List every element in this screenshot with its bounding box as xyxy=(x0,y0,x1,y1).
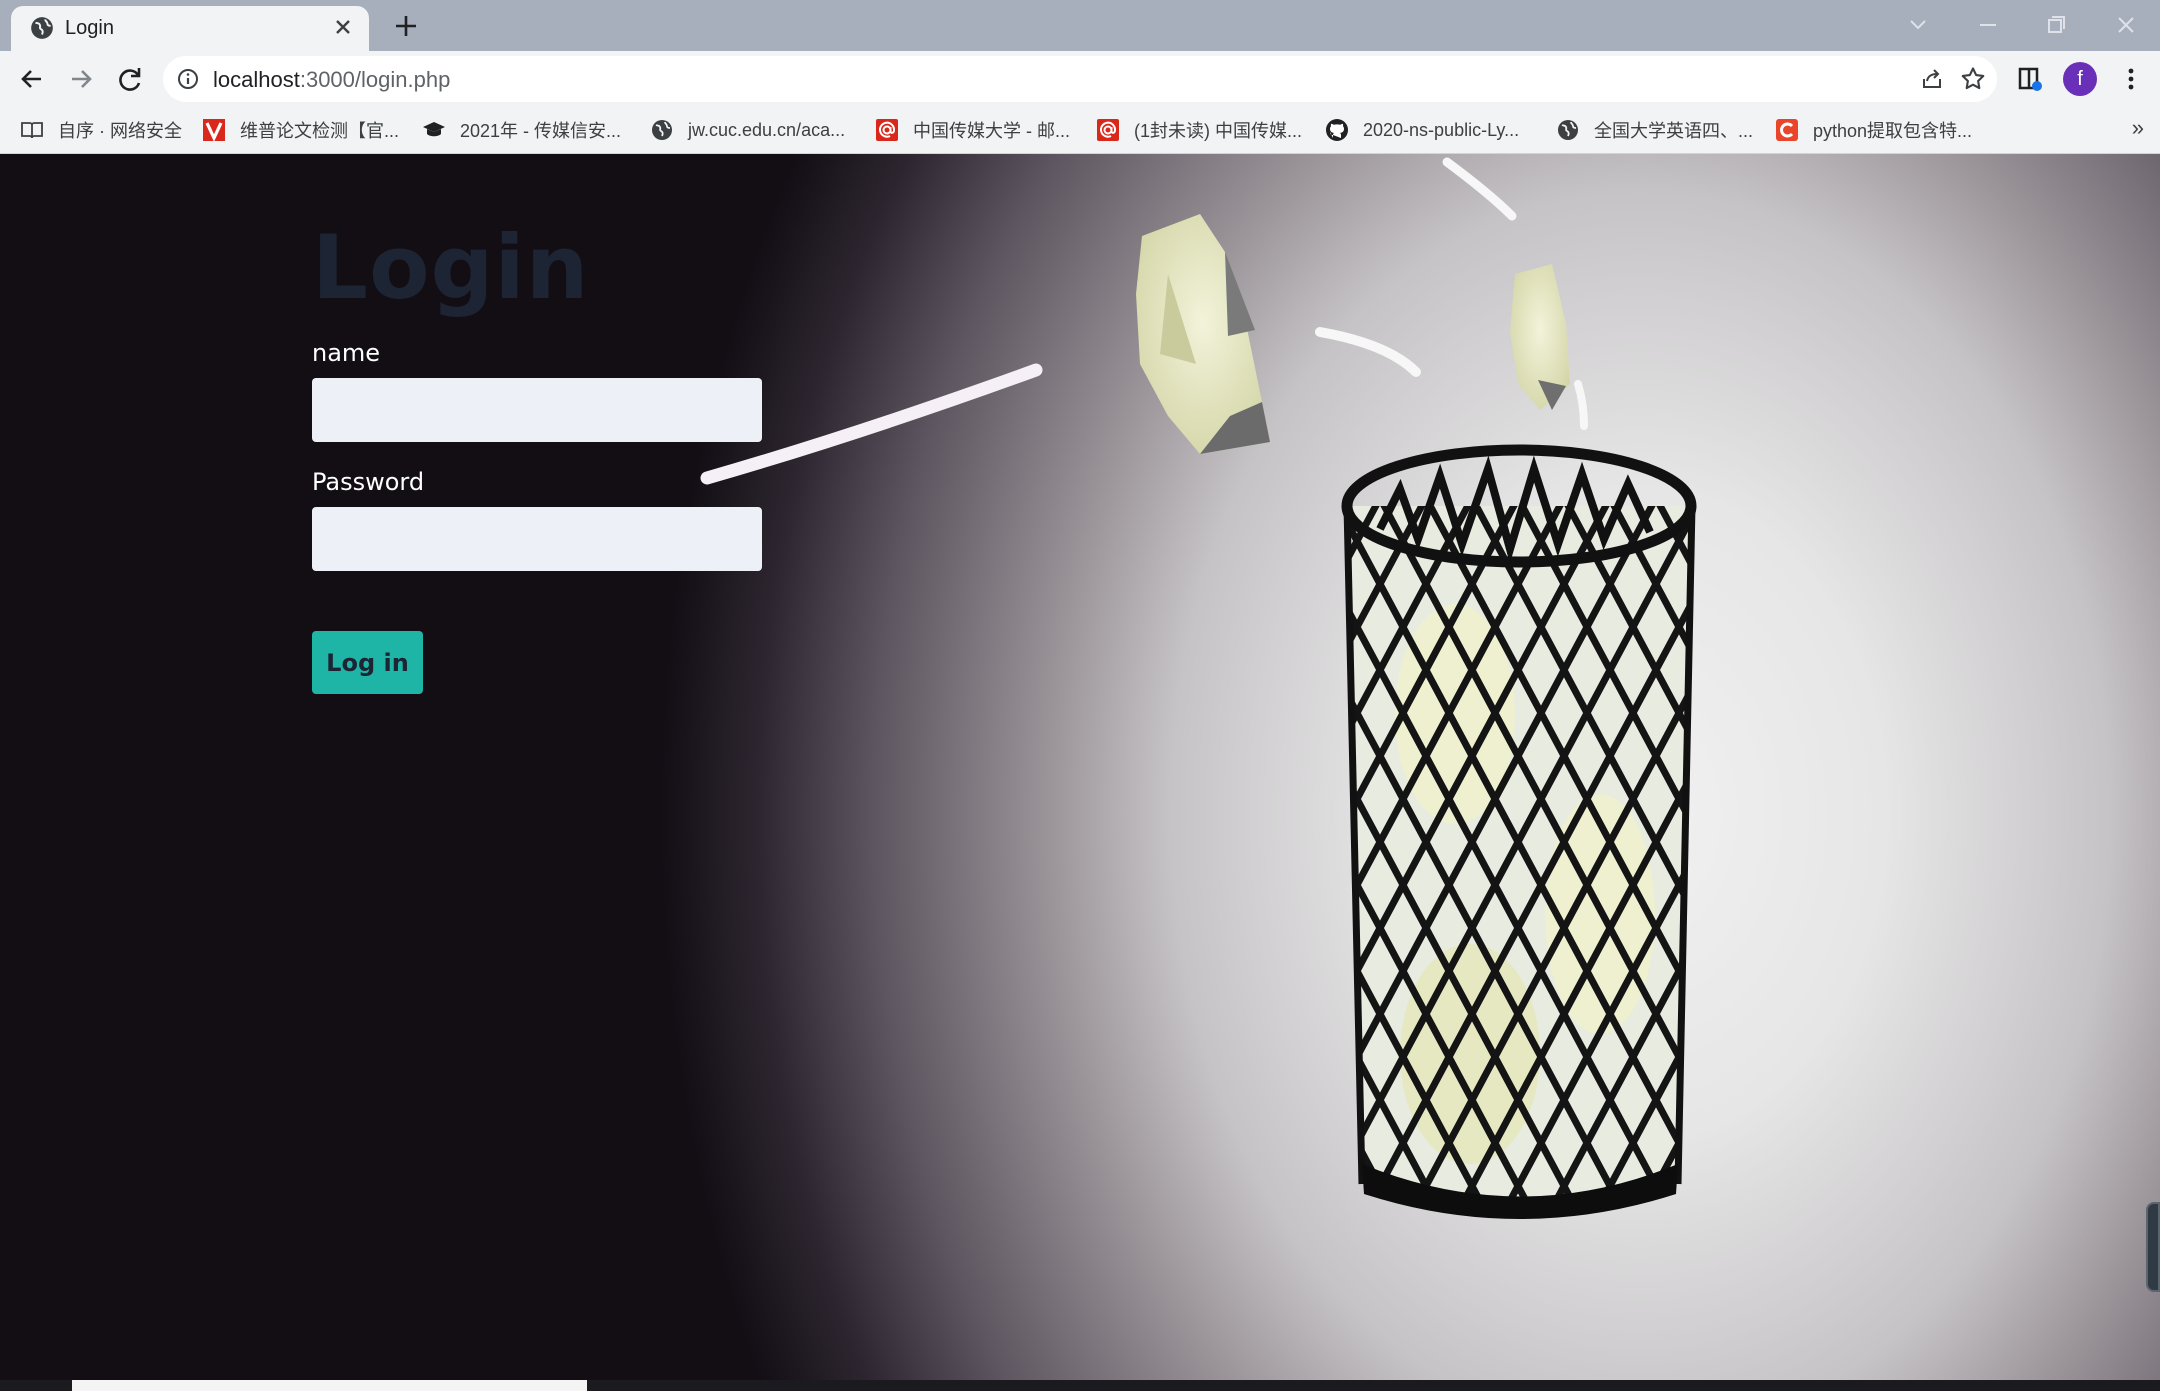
mail-at-icon xyxy=(876,119,898,141)
paper-ball xyxy=(1136,214,1270,454)
tab-login[interactable]: Login xyxy=(11,6,369,51)
tab-strip: Login xyxy=(0,0,2160,51)
site-info-icon[interactable] xyxy=(176,67,200,91)
bookmark-label: (1封未读) 中国传媒... xyxy=(1134,121,1303,141)
bookmark-item[interactable]: jw.cuc.edu.cn/aca... xyxy=(650,114,845,146)
back-arrow-icon[interactable] xyxy=(14,61,50,97)
bookmark-label: 维普论文检测【官... xyxy=(240,121,400,141)
paper-ball xyxy=(1510,264,1570,410)
login-heading: Login xyxy=(312,216,590,319)
browser-toolbar: localhost:3000/login.php f xyxy=(0,51,2160,107)
book-icon xyxy=(21,122,43,139)
address-bar[interactable]: localhost:3000/login.php xyxy=(163,56,1997,102)
address-url[interactable]: localhost:3000/login.php xyxy=(213,67,450,93)
bookmark-item[interactable]: 维普论文检测【官... xyxy=(202,114,399,146)
mail-at-icon xyxy=(1097,119,1119,141)
bookmark-item[interactable]: 全国大学英语四、... xyxy=(1556,114,1753,146)
bookmark-label: 全国大学英语四、... xyxy=(1594,121,1754,141)
bookmark-label: 中国传媒大学 - 邮... xyxy=(913,121,1070,141)
github-icon xyxy=(1326,119,1348,141)
graduation-cap-icon xyxy=(423,122,445,137)
bookmark-label: 2020-ns-public-Ly... xyxy=(1363,119,1520,140)
bookmark-item[interactable]: 2020-ns-public-Ly... xyxy=(1325,114,1519,146)
share-icon[interactable] xyxy=(1919,66,1945,92)
bookmark-label: python提取包含特... xyxy=(1813,121,1973,141)
bookmark-item[interactable]: 中国传媒大学 - 邮... xyxy=(875,114,1070,146)
page-content: Login name Password Log in xyxy=(0,154,2160,1380)
password-input[interactable] xyxy=(312,507,762,571)
login-button[interactable]: Log in xyxy=(312,631,423,694)
trash-can-illustration xyxy=(700,157,1697,1219)
tab-title: Login xyxy=(65,17,114,39)
password-label: Password xyxy=(312,468,425,496)
restore-icon[interactable] xyxy=(2040,10,2072,40)
tab-close-icon[interactable] xyxy=(329,13,357,41)
tab-search-chevron-icon[interactable] xyxy=(1902,10,1934,40)
url-path: :3000/login.php xyxy=(299,67,451,92)
globe-icon xyxy=(652,120,672,140)
taskbar-window-preview xyxy=(72,1380,587,1391)
waste-basket xyxy=(1341,444,1697,1219)
bookmark-item[interactable]: 自序 · 网络安全 xyxy=(20,114,182,146)
bookmark-label: jw.cuc.edu.cn/aca... xyxy=(688,119,846,140)
name-label: name xyxy=(312,339,381,367)
taskbar-edge xyxy=(0,1380,2160,1391)
bookmark-item[interactable]: (1封未读) 中国传媒... xyxy=(1096,114,1302,146)
bookmark-item[interactable]: python提取包含特... xyxy=(1775,114,1972,146)
extension-icon[interactable] xyxy=(2015,64,2045,94)
bookmarks-bar: 自序 · 网络安全 维普论文检测【官... 2021年 - 传媒信安... jw… xyxy=(0,107,2160,154)
profile-avatar[interactable]: f xyxy=(2063,62,2097,96)
menu-kebab-icon[interactable] xyxy=(2116,64,2146,94)
vip-logo-icon xyxy=(203,119,225,142)
bookmark-label: 2021年 - 传媒信安... xyxy=(460,121,622,141)
minimize-icon[interactable] xyxy=(1972,10,2004,40)
bookmark-label: 自序 · 网络安全 xyxy=(58,121,182,141)
url-host: localhost xyxy=(213,67,300,92)
globe-icon xyxy=(1558,120,1578,140)
globe-icon xyxy=(29,15,55,41)
bookmark-star-icon[interactable] xyxy=(1959,65,1987,93)
csdn-logo-icon xyxy=(1776,119,1798,141)
close-window-icon[interactable] xyxy=(2110,10,2142,40)
side-scroll-handle[interactable] xyxy=(2146,1202,2160,1292)
name-input[interactable] xyxy=(312,378,762,442)
bookmark-item[interactable]: 2021年 - 传媒信安... xyxy=(422,114,621,146)
new-tab-icon[interactable] xyxy=(388,8,424,44)
forward-arrow-icon[interactable] xyxy=(63,61,99,97)
bookmarks-overflow-chevron[interactable]: » xyxy=(2132,115,2144,141)
reload-icon[interactable] xyxy=(112,61,148,97)
